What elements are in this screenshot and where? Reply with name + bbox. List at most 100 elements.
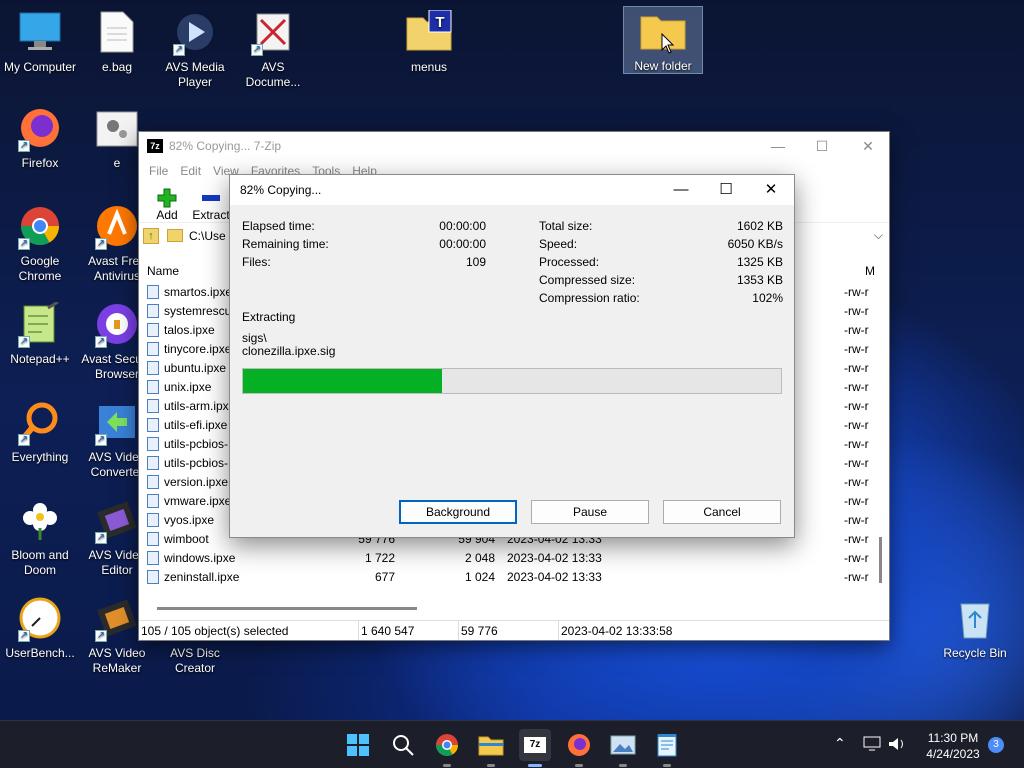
shortcut-arrow-icon: ↗ [95, 630, 107, 642]
current-file: clonezilla.ipxe.sig [242, 344, 336, 358]
folder-icon [167, 229, 183, 242]
windows-logo-icon [347, 734, 369, 756]
compressed-size-value: 1353 KB [736, 273, 783, 287]
chrome-icon [436, 734, 458, 756]
file-icon [147, 341, 159, 356]
notepad-plus-plus-icon: ↗ [16, 300, 64, 348]
desktop-icon-label: e.bag [101, 60, 133, 74]
firefox-icon: ↗ [16, 104, 64, 152]
desktop-icon-bloom-and-doom[interactable]: Bloom and Doom [0, 496, 80, 578]
desktop-icon-my-computer[interactable]: My Computer [0, 8, 80, 75]
mouse-cursor-icon [661, 33, 675, 54]
desktop-icon-everything[interactable]: ↗ Everything [0, 398, 80, 465]
file-row[interactable]: windows.ipxe 1 722 2 048 2023-04-02 13:33 -r… [139, 548, 889, 567]
elapsed-time-label: Elapsed time: [242, 219, 315, 233]
background-button[interactable]: Background [399, 500, 517, 524]
file-attributes: -rw-r [844, 531, 869, 546]
shortcut-arrow-icon: ↗ [18, 434, 30, 446]
desktop-icon-userbench[interactable]: ↗ UserBench... [0, 594, 80, 661]
taskbar-7zip[interactable]: 7z [519, 729, 551, 767]
file-icon [147, 550, 159, 565]
volume-icon[interactable] [887, 736, 907, 752]
minus-icon [189, 188, 233, 208]
network-icon[interactable] [863, 736, 881, 752]
desktop-icon-google-chrome[interactable]: ↗ Google Chrome [0, 202, 80, 284]
document-converter-icon: ↗ [249, 8, 297, 56]
add-button[interactable]: Add [145, 188, 189, 222]
film-scissors-icon: ↗ [93, 594, 141, 642]
desktop-icon-e-bag[interactable]: e.bag [77, 8, 157, 75]
files-label: Files: [242, 255, 271, 269]
file-icon [147, 531, 159, 546]
file-attributes: -rw-r [844, 474, 869, 489]
file-size: 677 [374, 569, 395, 584]
menu-file[interactable]: File [143, 164, 174, 178]
file-icon [147, 474, 159, 489]
total-size-value: 1602 KB [736, 219, 783, 233]
file-row[interactable]: zeninstall.ipxe 677 1 024 2023-04-02 13:33 -… [139, 567, 889, 586]
firefox-icon [568, 734, 590, 756]
clock[interactable]: 11:30 PM 4/24/2023 [918, 730, 988, 762]
compression-ratio-value: 102% [752, 291, 783, 305]
dialog-minimize-button[interactable]: — [658, 175, 704, 205]
dialog-maximize-button[interactable]: ☐ [703, 175, 749, 205]
desktop-icon-label: AVS Media Player [165, 60, 225, 89]
avast-icon: ↗ [93, 202, 141, 250]
file-icon [147, 322, 159, 337]
notification-badge[interactable]: 3 [988, 737, 1004, 753]
pause-button[interactable]: Pause [531, 500, 649, 524]
taskbar-chrome[interactable] [431, 729, 463, 767]
monitor-icon [16, 8, 64, 56]
copying-progress-dialog[interactable]: 82% Copying... — ☐ ✕ Elapsed time: 00:00… [229, 174, 795, 538]
dialog-close-button[interactable]: ✕ [748, 175, 794, 205]
taskbar-notepad[interactable] [651, 729, 683, 767]
desktop-icon-avs-document[interactable]: ↗ AVS Docume... [233, 8, 313, 90]
speed-value: 6050 KB/s [727, 237, 783, 251]
file-modified: 2023-04-02 13:33 [507, 569, 602, 584]
vertical-scrollbar[interactable] [879, 537, 882, 583]
file-name: zeninstall.ipxe [164, 569, 240, 584]
processed-value: 1325 KB [736, 255, 783, 269]
up-folder-icon[interactable]: ↑ [143, 227, 159, 244]
file-packed-size: 2 048 [464, 550, 495, 565]
total-size-label: Total size: [539, 219, 593, 233]
desktop-icon-label: AVS Video Converter [88, 450, 146, 478]
folder-icon [478, 736, 504, 756]
shortcut-arrow-icon: ↗ [18, 140, 30, 152]
video-converter-icon: ↗ [93, 398, 141, 446]
svg-text:T: T [435, 14, 444, 31]
shortcut-arrow-icon: ↗ [18, 630, 30, 642]
taskbar-file-explorer[interactable] [475, 729, 507, 767]
desktop-icon-menus[interactable]: T menus [389, 8, 469, 75]
file-modified: 2023-04-02 13:33 [507, 550, 602, 565]
column-name-header[interactable]: Name [147, 264, 179, 278]
file-attributes: -rw-r [844, 550, 869, 565]
address-path[interactable]: C:\Use [189, 229, 226, 243]
start-button[interactable] [342, 729, 374, 761]
extract-button[interactable]: Extract [189, 188, 233, 222]
menu-edit[interactable]: Edit [174, 164, 207, 178]
taskbar-search-button[interactable] [387, 729, 419, 761]
desktop-icon-avs-media-player[interactable]: ↗ AVS Media Player [155, 8, 235, 90]
desktop-icon-label: AVS Disc Creator [170, 646, 220, 675]
settings-file-icon [93, 104, 141, 152]
desktop-icon-notepad-plus-plus[interactable]: ↗ Notepad++ [0, 300, 80, 367]
notepad-icon [657, 734, 677, 757]
close-button[interactable]: ✕ [845, 132, 891, 160]
desktop-icon-firefox[interactable]: ↗ Firefox [0, 104, 80, 171]
chevron-up-icon[interactable]: ⌃ [834, 735, 846, 752]
operation-label: Extracting [242, 310, 296, 324]
taskbar-firefox[interactable] [563, 729, 595, 767]
taskbar-image-viewer[interactable] [607, 729, 639, 767]
horizontal-scrollbar[interactable] [157, 607, 417, 610]
desktop-icon-recycle-bin[interactable]: Recycle Bin [935, 594, 1015, 661]
recycle-bin-icon [951, 594, 999, 642]
file-attributes: -rw-r [844, 379, 869, 394]
chevron-down-icon[interactable]: ⌵ [874, 228, 883, 243]
maximize-button[interactable]: ☐ [799, 132, 845, 160]
minimize-button[interactable]: — [755, 132, 801, 160]
cancel-button[interactable]: Cancel [663, 500, 781, 524]
desktop-icon-label: e [113, 156, 121, 170]
file-attributes: -rw-r [844, 341, 869, 356]
column-attributes-header[interactable]: M [865, 264, 875, 278]
